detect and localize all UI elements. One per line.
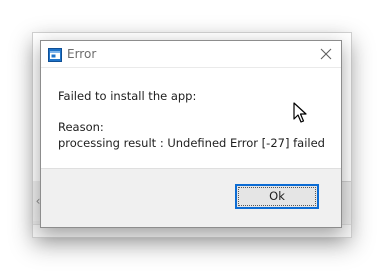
error-dialog: Error Failed to install the app: Reason:… [40,40,342,228]
mouse-pointer-icon [293,102,307,123]
error-summary: Failed to install the app: [58,89,197,103]
dialog-titlebar[interactable]: Error [41,41,341,68]
dialog-message: Failed to install the app: Reason: proce… [58,88,325,151]
app-window-icon [48,47,62,62]
screen: ‹ Error Failed to install the app: Reaso… [0,0,384,271]
dialog-footer: Ok [41,168,341,227]
ok-button[interactable]: Ok [235,184,319,209]
close-icon [320,48,332,60]
ok-button-label: Ok [269,189,285,203]
reason-detail: processing result : Undefined Error [-27… [58,136,325,150]
close-button[interactable] [315,43,337,65]
reason-label: Reason: [58,120,104,134]
dialog-title: Error [67,47,97,61]
